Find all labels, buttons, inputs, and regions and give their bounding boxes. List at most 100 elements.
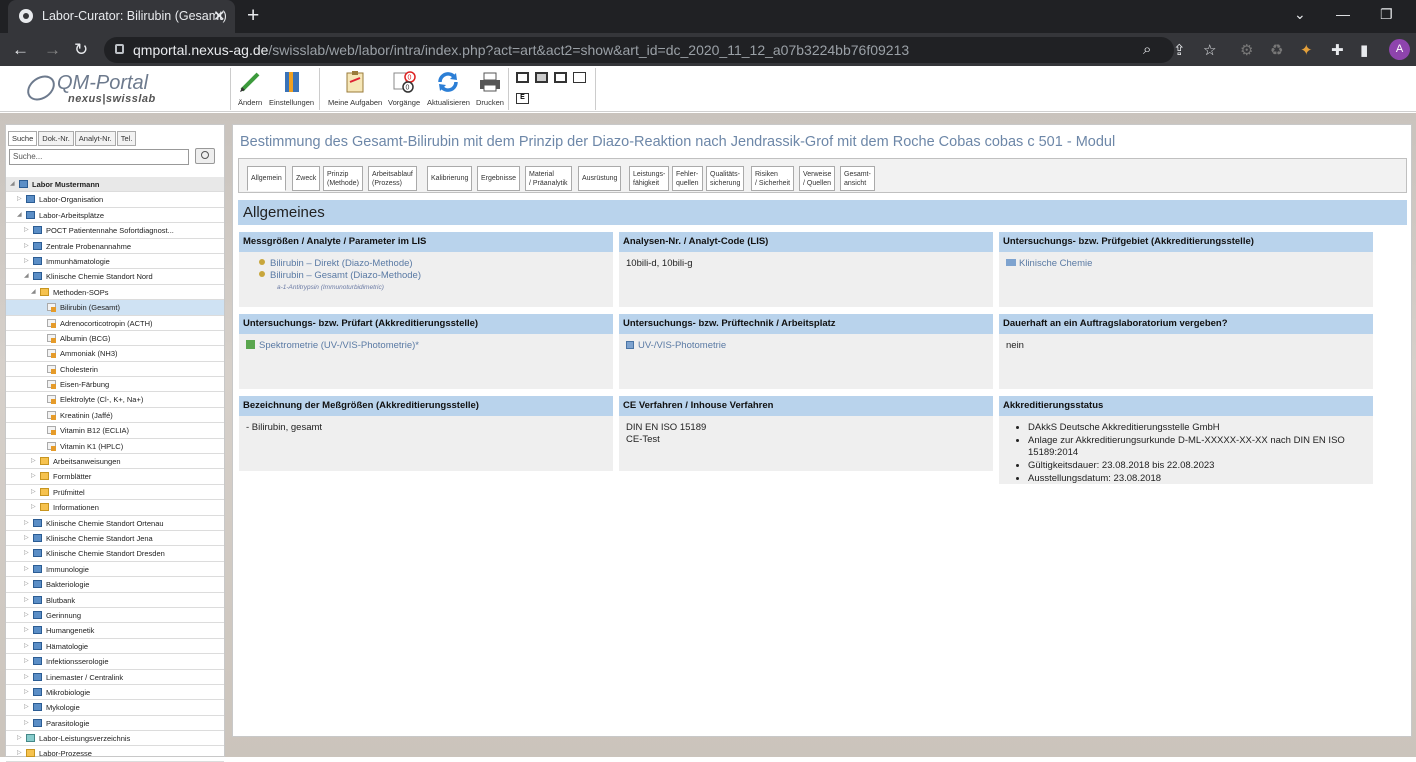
tree-item[interactable]: ▷ Hämatologie [6,639,224,655]
profile-avatar[interactable]: A [1389,39,1410,60]
minimize-icon[interactable]: — [1336,6,1350,22]
layout-4-icon[interactable] [573,72,586,83]
collapsed-arrow-icon[interactable]: ▷ [24,657,29,664]
back-icon[interactable]: ← [12,40,29,60]
tree-item[interactable]: Adrenocorticotropin (ACTH) [6,316,224,331]
tree-item[interactable]: Elektrolyte (Cl-, K+, Na+) [6,392,224,408]
bookmark-star-icon[interactable]: ☆ [1203,41,1216,59]
tree-item[interactable]: Cholesterin [6,362,224,378]
collapsed-arrow-icon[interactable]: ▷ [24,688,29,695]
tab-prinzip[interactable]: Prinzip (Methode) [323,166,363,191]
share-icon[interactable]: ⇪ [1173,41,1186,59]
collapsed-arrow-icon[interactable]: ▷ [24,642,29,649]
collapsed-arrow-icon[interactable]: ▷ [31,472,36,479]
collapsed-arrow-icon[interactable]: ▷ [17,749,22,756]
collapsed-arrow-icon[interactable]: ▷ [24,257,29,264]
collapsed-arrow-icon[interactable]: ▷ [31,503,36,510]
collapsed-arrow-icon[interactable]: ▷ [24,719,29,726]
pruefgebiet-link[interactable]: Klinische Chemie [1019,258,1092,269]
tree-item[interactable]: ◢ Klinische Chemie Standort Nord [6,269,224,285]
extension-gear-icon[interactable]: ⚙ [1240,41,1253,59]
tree-item[interactable]: ▷ Humangenetik [6,623,224,639]
tab-leistungs[interactable]: Leistungs-fähigkeit [629,166,670,191]
tree-item[interactable]: ▷ Bakteriologie [6,577,224,593]
tree-item[interactable]: ▷ Labor-Leistungsverzeichnis [6,731,224,747]
collapsed-arrow-icon[interactable]: ▷ [31,457,36,464]
tree-item[interactable]: ◢ Labor Mustermann [6,177,224,193]
tree-item[interactable]: ▷ Arbeitsanweisungen [6,454,224,470]
tree-item[interactable]: ▷ Prüfmittel [6,485,224,501]
print-button[interactable]: Drucken [476,70,504,107]
tree-item[interactable]: ▷ Zentrale Probenannahme [6,239,224,254]
tree-item[interactable]: ▷ Klinische Chemie Standort Dresden [6,546,224,562]
analyte-link[interactable]: Bilirubin – Direkt (Diazo-Methode) [270,258,413,269]
tree-item[interactable]: Ammoniak (NH3) [6,346,224,362]
collapsed-arrow-icon[interactable]: ▷ [24,534,29,541]
tree-item[interactable]: ▷ Formblätter [6,469,224,485]
tab-ergebnisse[interactable]: Ergebnisse [477,166,521,191]
tab-kalibrierung[interactable]: Kalibrierung [427,166,473,191]
maximize-icon[interactable]: ❐ [1380,6,1393,23]
tab-risiken[interactable]: Risiken / Sicherheit [751,166,795,191]
collapsed-arrow-icon[interactable]: ▷ [31,488,36,495]
collapsed-arrow-icon[interactable]: ▷ [24,626,29,633]
tab-ausrüstung[interactable]: Ausrüstung [578,166,622,191]
layout-2-icon[interactable] [535,72,548,83]
collapsed-arrow-icon[interactable]: ▷ [24,226,29,233]
expanded-arrow-icon[interactable]: ◢ [10,180,15,187]
collapsed-arrow-icon[interactable]: ▷ [24,580,29,587]
collapsed-arrow-icon[interactable]: ▷ [24,565,29,572]
tab-analyt-nr[interactable]: Analyt-Nr. [74,131,116,146]
search-button[interactable] [195,148,215,164]
collapsed-arrow-icon[interactable]: ▷ [24,519,29,526]
tree-item[interactable]: ▷ POCT Patientennahe Sofortdiagnost... [6,223,224,239]
tree-item[interactable]: ▷ Mykologie [6,700,224,716]
tree-item[interactable]: ▷ Immunologie [6,562,224,578]
side-panel-icon[interactable]: ▮ [1360,41,1368,59]
tree-item[interactable]: ▷ Infektionsserologie [6,654,224,670]
extension-recycle-icon[interactable]: ♻ [1270,41,1283,59]
tab-tel[interactable]: Tel. [116,131,137,146]
tab-search-icon[interactable]: ⌄ [1294,6,1306,23]
tree-item[interactable]: ◢ Methoden-SOPs [6,285,224,301]
extension-color-icon[interactable]: ✦ [1300,41,1313,59]
tree-item[interactable]: ▷ Immunhämatologie [6,254,224,270]
tree-item[interactable]: ▷ Informationen [6,500,224,516]
pruefart-link[interactable]: Spektrometrie (UV-/VIS-Photometrie)* [259,340,419,351]
search-input[interactable]: Suche... [9,149,189,165]
expanded-arrow-icon[interactable]: ◢ [24,272,29,279]
processes-button[interactable]: 00 Vorgänge [388,70,420,107]
forward-icon[interactable]: → [44,40,61,60]
tree-item[interactable]: ▷ Linemaster / Centralink [6,670,224,685]
refresh-button[interactable]: Aktualisieren [427,70,470,107]
prueftechnik-link[interactable]: UV-/VIS-Photometrie [638,340,726,351]
tab-qualitäts[interactable]: Qualitäts-sicherung [706,166,745,191]
new-tab-icon[interactable]: + [247,4,259,28]
address-bar[interactable]: qmportal.nexus-ag.de/swisslab/web/labor/… [104,37,1174,63]
collapsed-arrow-icon[interactable]: ▷ [24,596,29,603]
tab-allgemein[interactable]: Allgemein [247,166,286,191]
tab-verweise[interactable]: Verweise / Quellen [799,166,836,191]
expanded-arrow-icon[interactable]: ◢ [17,211,22,218]
collapsed-arrow-icon[interactable]: ▷ [17,195,22,202]
tree-item[interactable]: Kreatinin (Jaffé) [6,408,224,424]
tab-dok-nr[interactable]: Dok.-Nr. [38,131,74,146]
edit-button[interactable]: Ändern [238,70,262,107]
tab-suche[interactable]: Suche [8,131,38,146]
collapsed-arrow-icon[interactable]: ▷ [24,703,29,710]
tree-item[interactable]: ▷ Gerinnung [6,608,224,624]
tree-item[interactable]: ▷ Klinische Chemie Standort Jena [6,531,224,547]
close-tab-icon[interactable]: ✕ [213,7,226,25]
analyte-link[interactable]: Bilirubin – Gesamt (Diazo-Methode) [270,270,421,281]
collapsed-arrow-icon[interactable]: ▷ [24,673,29,680]
tree-item[interactable]: ▷ Mikrobiologie [6,685,224,701]
tab-gesamt[interactable]: Gesamt-ansicht [840,166,875,191]
browser-tab[interactable]: Labor-Curator: Bilirubin (Gesamt) ✕ [8,0,235,33]
tree-item[interactable]: Vitamin B12 (ECLIA) [6,423,224,439]
analyte-sub-link[interactable]: a-1-Antitrypsin (Immunoturbidimetric) [277,284,384,291]
tree-item[interactable]: Vitamin K1 (HPLC) [6,439,224,455]
tree-item[interactable]: ▷ Labor-Organisation [6,192,224,208]
tree-item[interactable]: Eisen-Färbung [6,377,224,393]
expanded-arrow-icon[interactable]: ◢ [31,288,36,295]
collapsed-arrow-icon[interactable]: ▷ [24,242,29,249]
